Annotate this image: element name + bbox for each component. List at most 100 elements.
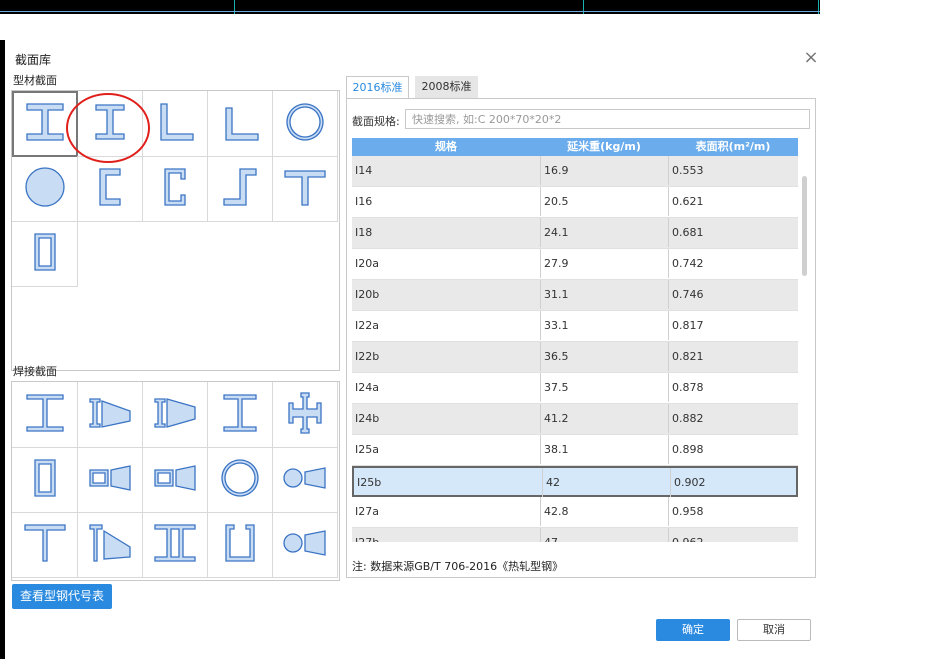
cell-weight: 37.5	[540, 373, 668, 402]
cell-area: 0.742	[668, 249, 798, 278]
shape-cell-welded-i-beam[interactable]	[12, 382, 78, 448]
shape-cell-lipped-channel[interactable]	[142, 156, 208, 222]
cell-weight: 24.1	[540, 218, 668, 247]
cell-weight: 16.9	[540, 156, 668, 185]
shape-cell-cross-section[interactable]	[272, 382, 338, 448]
equal-angle-icon	[151, 98, 199, 150]
shape-cell-rectangular-tube[interactable]	[12, 221, 78, 287]
table-row[interactable]: I24a 37.5 0.878	[352, 373, 798, 404]
column-header-weight[interactable]: 延米重(kg/m)	[540, 138, 668, 156]
cell-spec: I18	[355, 226, 373, 239]
column-header-area[interactable]: 表面积(m²/m)	[668, 138, 798, 156]
tapered-t-section-icon	[86, 519, 134, 571]
scrollbar-thumb[interactable]	[802, 176, 807, 276]
shape-cell-t-section[interactable]	[272, 156, 338, 222]
circular-tube-icon	[281, 98, 329, 150]
table-header: 规格 延米重(kg/m) 表面积(m²/m)	[352, 138, 798, 156]
table-row[interactable]: I25a 38.1 0.898	[352, 435, 798, 466]
table-row[interactable]: I20b 31.1 0.746	[352, 280, 798, 311]
table-row[interactable]: I14 16.9 0.553	[352, 156, 798, 187]
cell-spec: I25a	[355, 443, 379, 456]
cell-area: 0.681	[668, 218, 798, 247]
tapered-box-2-icon	[151, 454, 199, 506]
shape-cell-circular-tube[interactable]	[207, 447, 273, 513]
table-row[interactable]: I20a 27.9 0.742	[352, 249, 798, 280]
tab-2016-standard[interactable]: 2016标准	[346, 76, 409, 98]
cell-weight: 36.5	[540, 342, 668, 371]
shape-cell-i-beam-narrow[interactable]	[77, 91, 143, 157]
shape-cell-tapered-tube-2[interactable]	[272, 512, 338, 578]
section-library-dialog: 截面库 × 型材截面 焊接截面 查看型钢代号表 2016标准 2008标准 截面…	[5, 40, 941, 659]
table-row[interactable]: I27b470.962	[352, 528, 798, 542]
shape-cell-tapered-tube[interactable]	[272, 447, 338, 513]
spec-search-input[interactable]	[405, 109, 810, 129]
cell-weight: 38.1	[540, 435, 668, 464]
cell-weight: 41.2	[540, 404, 668, 433]
table-scrollbar[interactable]	[799, 138, 810, 542]
cell-spec: I16	[355, 195, 373, 208]
z-section-icon	[216, 163, 264, 215]
column-header-spec[interactable]: 规格	[352, 138, 540, 156]
cell-spec: I24b	[355, 412, 380, 425]
box-section-icon	[21, 454, 69, 506]
table-row[interactable]: I22b 36.5 0.821	[352, 342, 798, 373]
table-row[interactable]: I24b 41.2 0.882	[352, 404, 798, 435]
shape-cell-circular-tube[interactable]	[272, 91, 338, 157]
shape-cell-tapered-i-beam-2[interactable]	[142, 382, 208, 448]
shape-cell-double-i-section[interactable]	[142, 512, 208, 578]
table-row[interactable]: I22a 33.1 0.817	[352, 311, 798, 342]
tapered-tube-icon	[281, 454, 329, 506]
t-section-icon	[281, 163, 329, 215]
shape-cell-channel[interactable]	[77, 156, 143, 222]
table-row[interactable]: I16 20.5 0.621	[352, 187, 798, 218]
lipped-channel-icon	[151, 163, 199, 215]
cell-weight: 33.1	[540, 311, 668, 340]
cancel-button[interactable]: 取消	[737, 619, 811, 641]
cell-area: 0.878	[668, 373, 798, 402]
shape-cell-unequal-angle[interactable]	[207, 91, 273, 157]
cell-area: 0.898	[668, 435, 798, 464]
shape-cell-tapered-box[interactable]	[77, 447, 143, 513]
cell-spec: I20a	[355, 257, 379, 270]
close-icon[interactable]: ×	[799, 46, 823, 70]
i-beam-icon	[21, 98, 69, 150]
cell-weight: 42	[542, 468, 670, 497]
shape-cell-tapered-i-beam[interactable]	[77, 382, 143, 448]
cell-area: 0.746	[668, 280, 798, 309]
shape-cell-round-bar[interactable]	[12, 156, 78, 222]
cell-area: 0.958	[668, 497, 798, 526]
shape-cell-welded-h-section[interactable]	[207, 382, 273, 448]
profile-shape-grid	[11, 90, 340, 371]
shape-cell-box-section[interactable]	[12, 447, 78, 513]
double-i-section-icon	[151, 519, 199, 571]
table-row[interactable]: I18 24.1 0.681	[352, 218, 798, 249]
cell-area: 0.902	[670, 468, 798, 497]
table-row[interactable]: I25b 42 0.902	[352, 466, 798, 497]
data-source-note: 注: 数据来源GB/T 706-2016《热轧型钢》	[352, 560, 564, 573]
shape-cell-equal-angle[interactable]	[142, 91, 208, 157]
ok-button[interactable]: 确定	[656, 619, 730, 641]
tapered-i-beam-icon	[86, 389, 134, 441]
view-steel-codes-button[interactable]: 查看型钢代号表	[12, 584, 113, 609]
round-bar-icon	[21, 163, 69, 215]
cross-section-icon	[281, 389, 329, 441]
welded-shape-grid	[11, 381, 340, 581]
shape-cell-i-beam[interactable]	[12, 91, 78, 157]
tapered-box-icon	[86, 454, 134, 506]
cell-area: 0.817	[668, 311, 798, 340]
cell-area: 0.553	[668, 156, 798, 185]
cell-spec: I14	[355, 164, 373, 177]
shape-cell-u-section[interactable]	[207, 512, 273, 578]
cell-weight: 47	[540, 528, 668, 542]
shape-cell-tapered-t-section[interactable]	[77, 512, 143, 578]
shape-cell-welded-t-section[interactable]	[12, 512, 78, 578]
shape-cell-tapered-box-2[interactable]	[142, 447, 208, 513]
table-row[interactable]: I27a 42.8 0.958	[352, 497, 798, 528]
cell-area: 0.882	[668, 404, 798, 433]
profile-section-label: 型材截面	[13, 74, 57, 87]
cell-area: 0.821	[668, 342, 798, 371]
cell-weight: 31.1	[540, 280, 668, 309]
welded-h-section-icon	[216, 389, 264, 441]
shape-cell-z-section[interactable]	[207, 156, 273, 222]
tab-2008-standard[interactable]: 2008标准	[415, 76, 478, 98]
